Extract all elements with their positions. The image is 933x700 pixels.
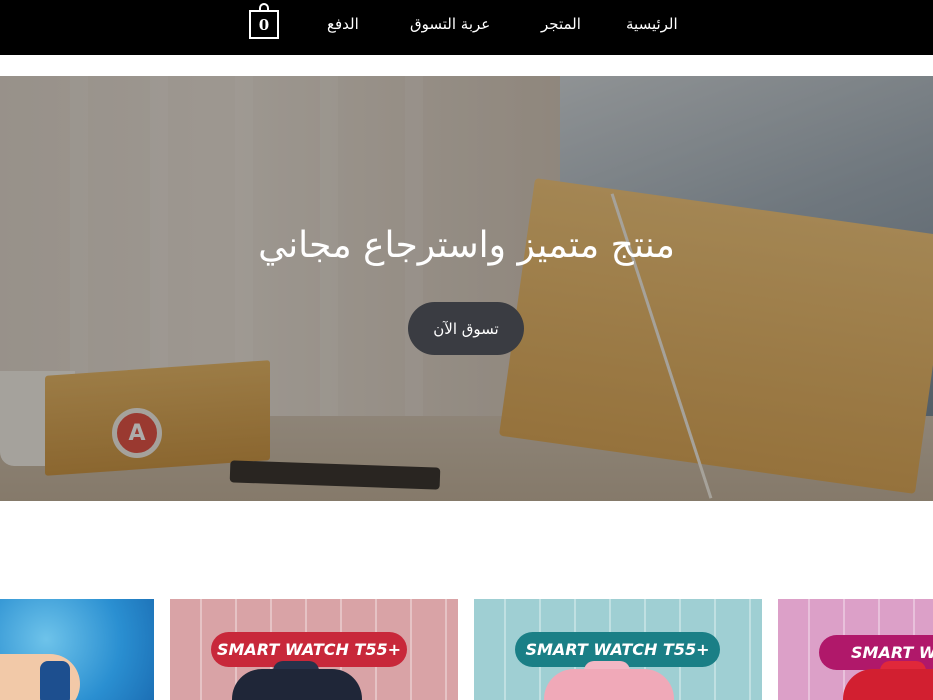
top-navigation-bar: 0 الرئيسية المتجر عربة التسوق الدفع [0,0,933,55]
shopping-bag-icon[interactable]: 0 [249,3,279,39]
product-card-1[interactable]: SMART WATCH T55+ [170,599,458,700]
nav-shop[interactable]: المتجر [541,15,581,33]
watch-strap [40,661,70,700]
shop-now-button[interactable]: تسوق الآن [408,302,524,355]
watch-image [843,669,933,700]
watch-image [544,669,674,700]
nav-checkout[interactable]: الدفع [327,15,359,33]
cart-count: 0 [258,15,270,34]
hero-banner: A منتج متميز واسترجاع مجاني تسوق الآن [0,76,933,501]
hero-title: منتج متميز واسترجاع مجاني [258,225,675,266]
nav-home[interactable]: الرئيسية [626,15,678,33]
page: 0 الرئيسية المتجر عربة التسوق الدفع A من… [0,0,933,700]
watch-image [232,669,362,700]
product-card-2[interactable]: SMART WATCH T55+ [474,599,762,700]
bag-handle [259,3,269,12]
hero-overlay [0,76,933,501]
nav-cart[interactable]: عربة التسوق [410,15,490,33]
product-card-3[interactable]: SMART WA [778,599,933,700]
product-card-lifestyle[interactable] [0,599,154,700]
